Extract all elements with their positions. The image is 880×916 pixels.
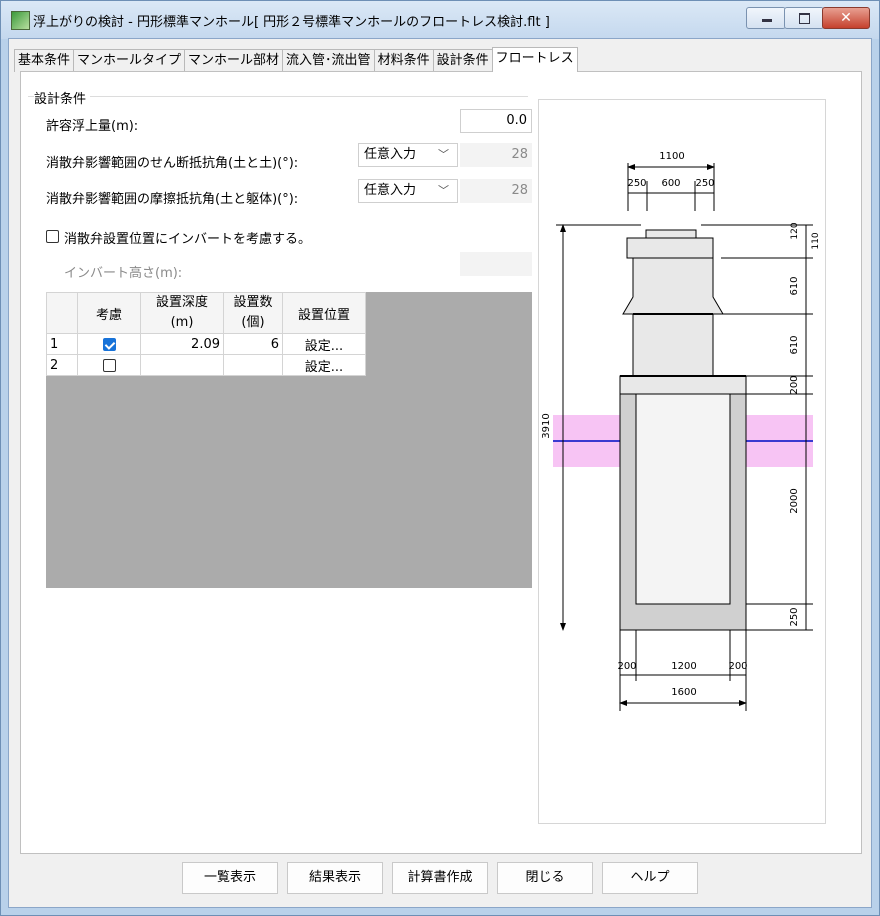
shear-angle-value: 28 [460, 143, 532, 167]
friction-angle-label: 消散弁影響範囲の摩擦抵抗角(土と躯体)(°): [46, 192, 299, 207]
position-header: 設置位置 [282, 292, 366, 334]
dim-h-cap2-label: 110 [811, 232, 821, 249]
dim-bottom-width-label: 1600 [671, 687, 696, 698]
tab-manhole-parts[interactable]: マンホール部材 [184, 49, 284, 72]
consider-checkbox[interactable] [102, 337, 116, 351]
dim-h2-label: 610 [789, 335, 800, 354]
window-title: 浮上がりの検討 - 円形標準マンホール[ 円形２号標準マンホールのフロートレス検… [33, 15, 550, 30]
allowable-float-label: 許容浮上量(m): [46, 119, 139, 134]
shaft-lower [632, 313, 714, 377]
dim-h4-label: 2000 [789, 488, 800, 513]
group-divider [28, 96, 528, 97]
count-cell[interactable]: 6 [223, 333, 283, 355]
consider-header: 考慮 [77, 292, 141, 334]
depth-header: 設置深度 (m) [140, 292, 224, 334]
manhole-drawing-panel: 1100 250 600 250 3910 120 110 610 610 20… [538, 99, 826, 824]
chevron-down-icon: ﹀ [438, 184, 449, 197]
row-number: 2 [46, 354, 78, 376]
depth-cell[interactable]: 2.09 [140, 333, 224, 355]
dim-bottom-w1-label: 200 [617, 661, 636, 672]
consider-cell [77, 333, 141, 355]
depth-header-line1: 設置深度 [155, 295, 208, 310]
depth-header-line2: (m) [170, 315, 194, 330]
row-number: 1 [46, 333, 78, 355]
dim-top-w2-label: 600 [661, 178, 680, 189]
result-view-button[interactable]: 結果表示 [287, 862, 383, 894]
report-create-button[interactable]: 計算書作成 [392, 862, 488, 894]
shear-angle-mode-select[interactable]: 任意入力 ﹀ [358, 143, 458, 167]
app-icon [11, 11, 30, 30]
tab-basic-conditions[interactable]: 基本条件 [14, 49, 75, 72]
close-icon: ✕ [840, 10, 852, 26]
friction-angle-mode-value: 任意入力 [364, 183, 417, 198]
dim-bottom-w2-label: 1200 [671, 661, 696, 672]
title-bar: 浮上がりの検討 - 円形標準マンホール[ 円形２号標準マンホールのフロートレス検… [1, 1, 879, 39]
dim-h3-label: 200 [789, 375, 800, 394]
dim-h-cap-label: 120 [790, 222, 800, 239]
tab-material-conditions[interactable]: 材料条件 [373, 49, 434, 72]
allowable-float-input[interactable]: 0.0 [460, 109, 532, 133]
manhole-section-diagram: 1100 250 600 250 3910 120 110 610 610 20… [541, 151, 821, 711]
body-interior [635, 393, 731, 605]
row-number-header [46, 292, 78, 334]
invert-height-label: インバート高さ(m): [64, 266, 183, 281]
dim-top-width-label: 1100 [659, 151, 684, 162]
minimize-icon [762, 19, 772, 22]
minimize-button[interactable] [746, 7, 786, 29]
invert-consider-checkbox[interactable] [46, 230, 59, 243]
count-header: 設置数 (個) [223, 292, 283, 334]
depth-cell[interactable] [140, 354, 224, 376]
position-settings-button[interactable]: 設定... [282, 333, 366, 355]
friction-angle-value: 28 [460, 179, 532, 203]
tab-pipes[interactable]: 流入管･流出管 [282, 49, 375, 72]
invert-height-input [460, 252, 532, 276]
shear-angle-mode-value: 任意入力 [364, 147, 417, 162]
tab-manhole-type[interactable]: マンホールタイプ [73, 49, 186, 72]
dim-top-w1-label: 250 [627, 178, 646, 189]
top-slab [619, 375, 747, 395]
help-button[interactable]: ヘルプ [602, 862, 698, 894]
cover-frame [626, 237, 714, 259]
shaft-taper [622, 257, 724, 315]
table-header-row: 考慮 設置深度 (m) 設置数 (個) 設置位置 [46, 292, 366, 334]
group-title: 設計条件 [34, 88, 91, 107]
count-header-line2: (個) [241, 315, 265, 330]
count-cell[interactable] [223, 354, 283, 376]
tab-strip: 基本条件 マンホールタイプ マンホール部材 流入管･流出管 材料条件 設計条件 … [14, 47, 578, 72]
invert-consider-label: 消散弁設置位置にインバートを考慮する。 [64, 232, 312, 247]
maximize-button[interactable] [784, 7, 824, 29]
dim-h5-label: 250 [789, 607, 800, 626]
cover-lid [645, 229, 697, 239]
table-row: 2 設定... [46, 354, 366, 376]
dim-total-height-label: 3910 [541, 413, 552, 438]
tab-design-conditions[interactable]: 設計条件 [432, 49, 493, 72]
list-view-button[interactable]: 一覧表示 [182, 862, 278, 894]
chevron-down-icon: ﹀ [438, 148, 449, 161]
table-row: 1 2.09 6 設定... [46, 333, 366, 355]
dim-top-w3-label: 250 [695, 178, 714, 189]
dim-bottom-w3-label: 200 [728, 661, 747, 672]
shear-angle-label: 消散弁影響範囲のせん断抵抗角(土と土)(°): [46, 156, 299, 171]
count-header-line1: 設置数 [233, 295, 273, 310]
consider-checkbox[interactable] [102, 358, 116, 372]
friction-angle-mode-select[interactable]: 任意入力 ﹀ [358, 179, 458, 203]
dim-h1-label: 610 [789, 276, 800, 295]
valve-table: 考慮 設置深度 (m) 設置数 (個) 設置位置 1 2.09 6 設定... 2 … [46, 292, 366, 376]
position-settings-button[interactable]: 設定... [282, 354, 366, 376]
close-window-button[interactable]: ✕ [822, 7, 870, 29]
consider-cell [77, 354, 141, 376]
close-button[interactable]: 閉じる [497, 862, 593, 894]
tab-floatless[interactable]: フロートレス [491, 47, 578, 72]
maximize-icon [799, 13, 810, 24]
